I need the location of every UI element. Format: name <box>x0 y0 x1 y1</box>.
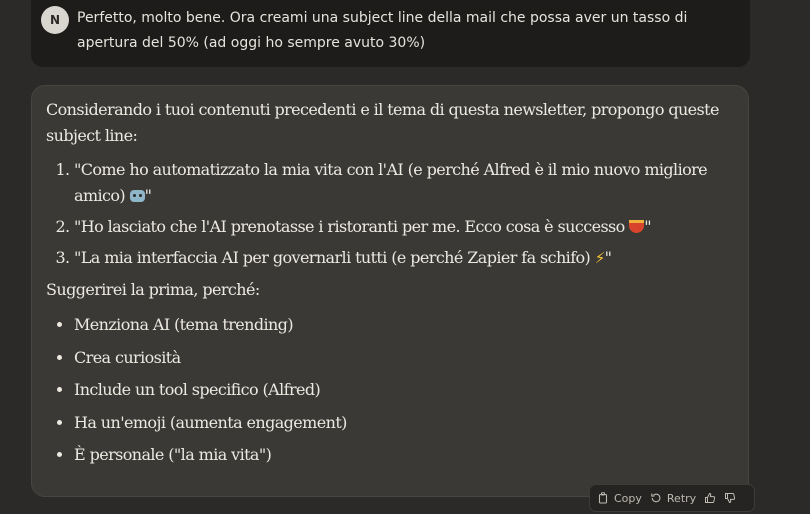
assistant-intro: Considerando i tuoi contenuti precedenti… <box>46 100 719 145</box>
user-message-text: Perfetto, molto bene. Ora creami una sub… <box>77 10 688 51</box>
copy-icon <box>598 492 608 504</box>
subject-line-item: "Come ho automatizzato la mia vita con l… <box>74 157 736 209</box>
retry-label: Retry <box>666 491 697 505</box>
subject-line-list: "Come ho automatizzato la mia vita con l… <box>46 157 736 271</box>
subject-line-text: "La mia interfaccia AI per governarli tu… <box>74 248 595 267</box>
reason-item: Include un tool specifico (Alfred) <box>74 377 736 403</box>
subject-line-item: "La mia interfaccia AI per governarli tu… <box>74 245 736 271</box>
subject-line-quote: " <box>644 217 651 236</box>
subject-line-quote: " <box>144 186 152 205</box>
subject-line-text: "Come ho automatizzato la mia vita con l… <box>74 160 708 205</box>
lightning-icon: ⚡ <box>594 249 606 267</box>
subject-line-quote: " <box>604 248 612 267</box>
retry-button[interactable]: Retry <box>650 492 696 505</box>
copy-label: Copy <box>614 491 642 505</box>
assistant-message-content: Considerando i tuoi contenuti precedenti… <box>46 97 736 475</box>
subject-line-text: "Ho lasciato che l'AI prenotasse i risto… <box>74 217 630 236</box>
suggestion-text: Suggerirei la prima, perché: <box>46 280 260 299</box>
thumbs-down-icon <box>725 493 736 504</box>
reasons-list: Menziona AI (tema trending) Crea curiosi… <box>46 312 736 468</box>
user-avatar: N <box>41 6 69 34</box>
copy-button[interactable]: Copy <box>598 492 642 505</box>
spaghetti-icon <box>629 220 645 233</box>
thumbs-down-button[interactable] <box>724 492 736 504</box>
message-action-bar: Copy Retry <box>589 484 755 512</box>
thumbs-up-button[interactable] <box>704 492 716 504</box>
reason-item: È personale ("la mia vita") <box>74 442 736 468</box>
retry-icon <box>651 493 661 503</box>
reason-item: Ha un'emoji (aumenta engagement) <box>74 410 736 436</box>
reason-item: Menziona AI (tema trending) <box>74 312 736 338</box>
subject-line-item: "Ho lasciato che l'AI prenotasse i risto… <box>74 214 736 240</box>
reason-item: Crea curiosità <box>74 345 736 371</box>
robot-icon <box>129 190 145 202</box>
thumbs-up-icon <box>705 492 716 503</box>
